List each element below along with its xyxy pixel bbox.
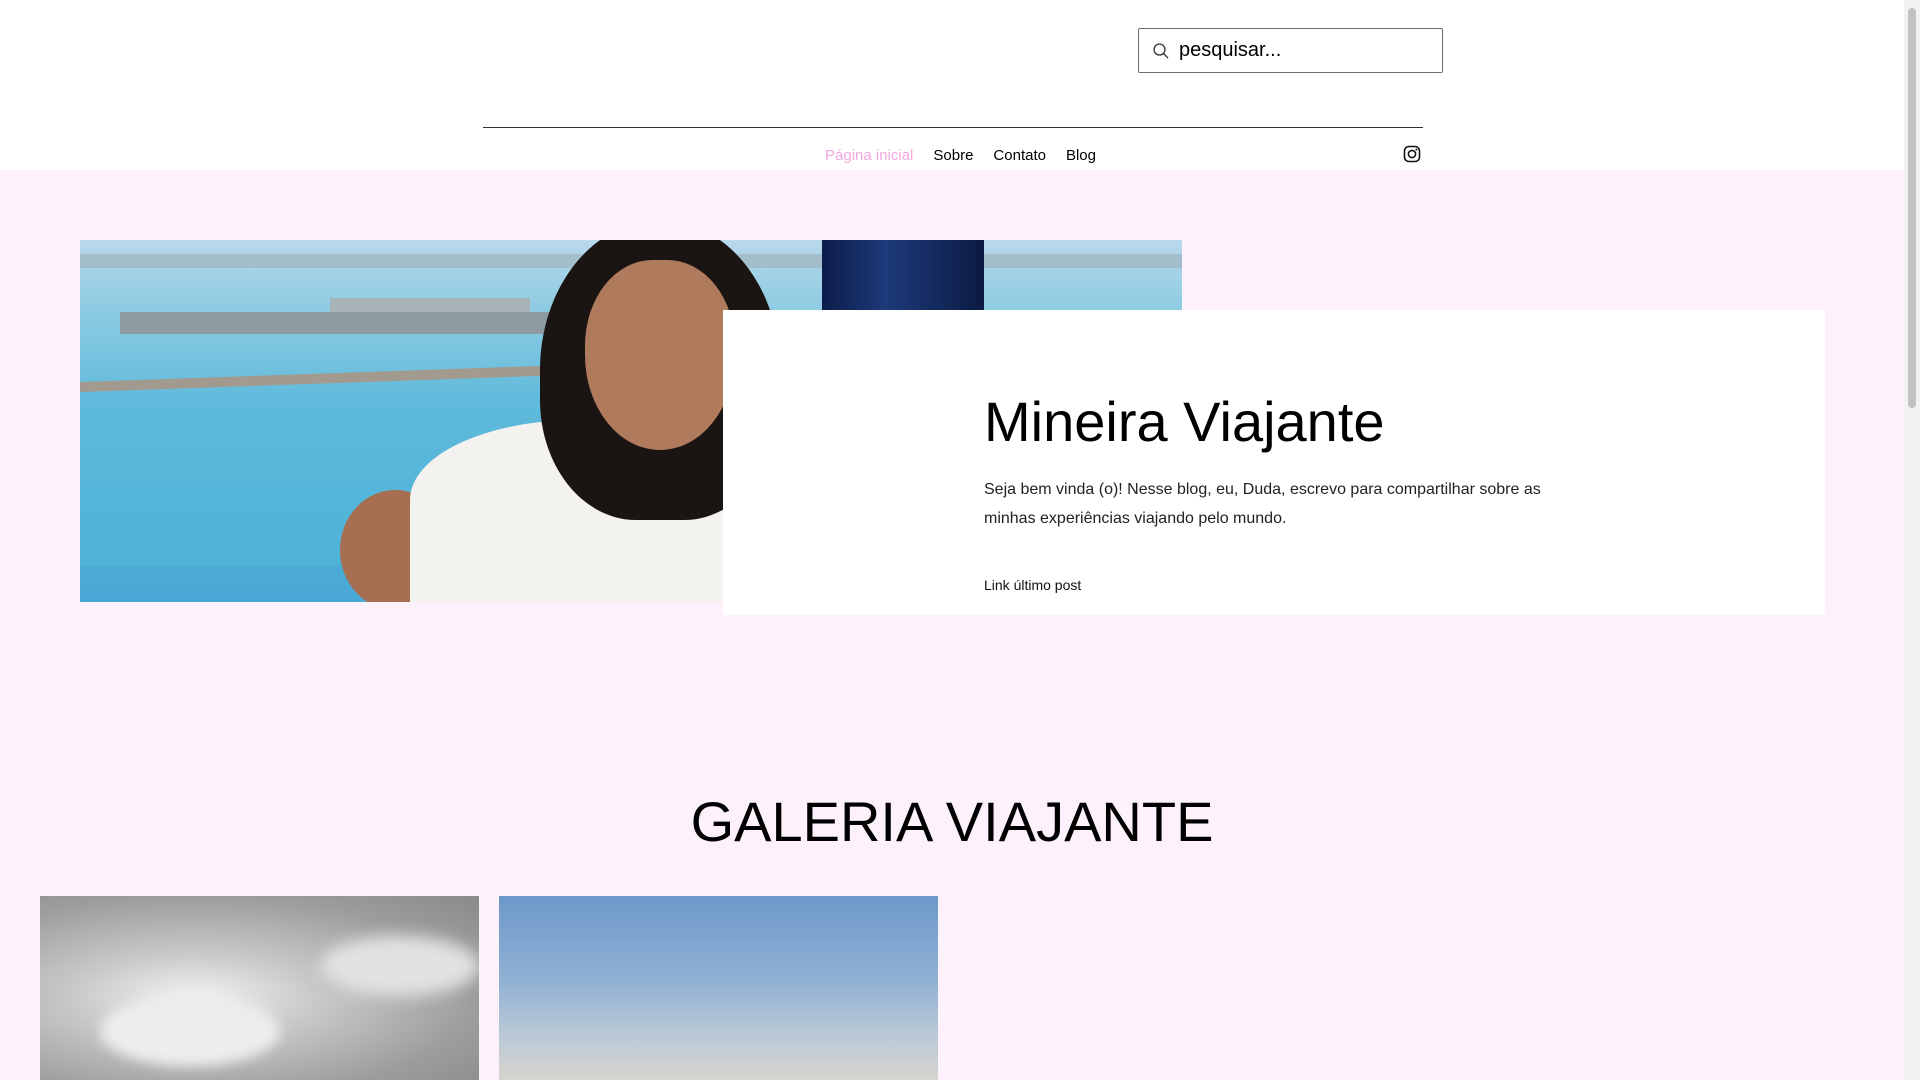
scrollbar-thumb[interactable] — [1908, 8, 1916, 408]
main-nav: Página inicial Sobre Contato Blog — [815, 144, 1106, 168]
search-icon — [1151, 41, 1171, 61]
nav-item-contato[interactable]: Contato — [983, 144, 1056, 168]
site-header: Página inicial Sobre Contato Blog — [0, 0, 1904, 170]
page-title: Mineira Viajante — [984, 390, 1385, 453]
intro-description: Seja bem vinda (o)! Nesse blog, eu, Duda… — [984, 481, 1541, 527]
nav-item-pagina-inicial[interactable]: Página inicial — [815, 144, 923, 168]
nav-item-blog[interactable]: Blog — [1056, 144, 1106, 168]
gallery-title: GALERIA VIAJANTE — [690, 790, 1214, 853]
nav-item-sobre[interactable]: Sobre — [923, 144, 983, 168]
search-box[interactable] — [1138, 28, 1443, 73]
header-divider — [483, 127, 1423, 128]
gallery-image-clouds[interactable] — [40, 896, 479, 1080]
instagram-icon[interactable] — [1403, 145, 1421, 163]
latest-post-link[interactable]: Link último post — [984, 577, 1081, 593]
page-scrollbar[interactable] — [1904, 0, 1920, 1080]
intro-card: Mineira Viajante Seja bem vinda (o)! Nes… — [723, 310, 1825, 615]
search-input[interactable] — [1179, 39, 1429, 62]
gallery-image-sky[interactable] — [499, 896, 938, 1080]
